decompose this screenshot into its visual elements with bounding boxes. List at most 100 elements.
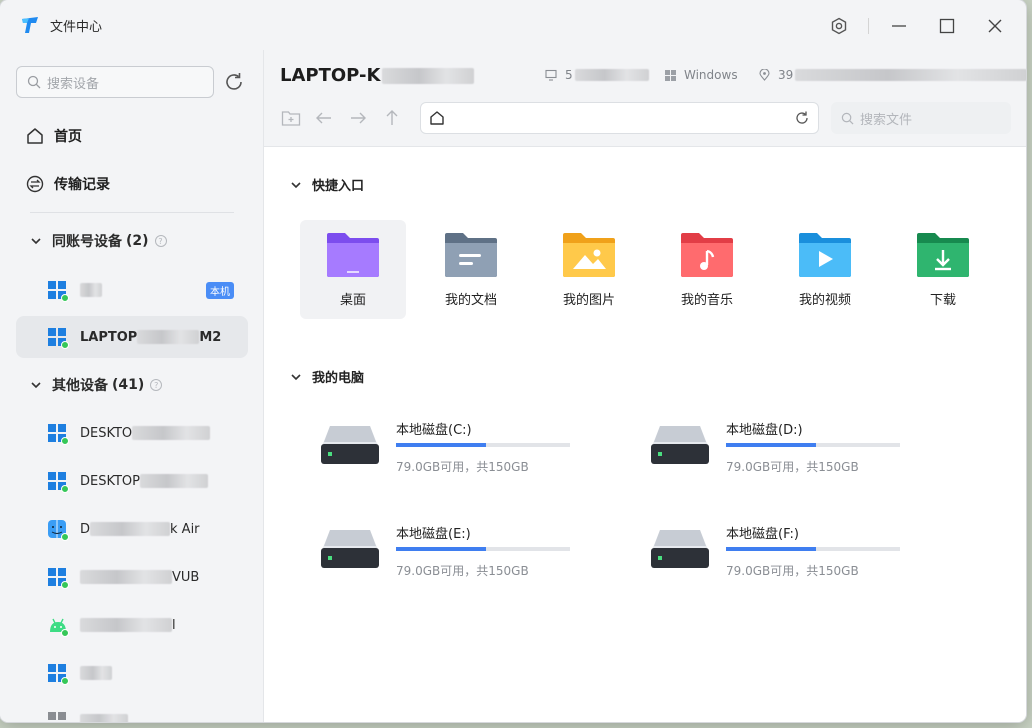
- windows-icon: [48, 568, 69, 589]
- disk-usage-fill: [396, 443, 487, 447]
- disk-c-label: 本地磁盘(C:): [396, 423, 472, 438]
- device-item[interactable]: 本机: [16, 269, 248, 311]
- disk-usage-fill: [726, 547, 817, 551]
- device-item[interactable]: Dk Air: [16, 508, 248, 550]
- this-device-badge: 本机: [206, 282, 234, 299]
- device-name: l: [80, 618, 176, 633]
- monitor-icon: [545, 69, 557, 81]
- close-button[interactable]: [980, 12, 1010, 40]
- quick-music[interactable]: 我的音乐: [654, 220, 760, 319]
- maximize-icon: [939, 18, 955, 34]
- device-item[interactable]: DESKTOP: [16, 460, 248, 502]
- online-status-dot: [61, 437, 69, 445]
- sidebar: 搜索设备 首页 传输记录 同账号设备 (2) ? 本机 LAPTOP M2 其他…: [0, 50, 263, 722]
- windows-icon: [48, 712, 66, 722]
- quick-videos[interactable]: 我的视频: [772, 220, 878, 319]
- location-pin-icon: [759, 69, 770, 81]
- device-name: DESKTO: [80, 426, 211, 441]
- disk-usage-bar: [396, 443, 570, 447]
- main-header: LAPTOP-K 5 Windows 39 搜索文件: [264, 50, 1026, 147]
- group-same-account[interactable]: 同账号设备 (2) ?: [30, 229, 167, 253]
- hard-drive-icon: [651, 426, 709, 464]
- disk-c[interactable]: 本地磁盘(C:) 79.0GB可用，共150GB: [320, 419, 580, 479]
- home-icon[interactable]: [429, 110, 445, 126]
- windows-icon: [48, 664, 69, 685]
- device-location: 39: [759, 68, 1026, 82]
- device-item[interactable]: [16, 652, 248, 694]
- device-item[interactable]: l: [16, 604, 248, 646]
- disk-e[interactable]: 本地磁盘(E:) 79.0GB可用，共150GB: [320, 523, 580, 583]
- minimize-icon: [892, 25, 906, 27]
- group-same-account-label: 同账号设备: [52, 234, 122, 250]
- pictures-folder-icon: [563, 233, 615, 277]
- device-title: LAPTOP-K: [280, 65, 475, 86]
- disk-usage-bar: [726, 547, 900, 551]
- refresh-icon[interactable]: [794, 110, 810, 126]
- quick-access-header[interactable]: 快捷入口: [290, 175, 364, 194]
- disk-d-label: 本地磁盘(D:): [726, 423, 803, 438]
- nav-home[interactable]: 首页: [16, 116, 248, 156]
- windows-icon: [48, 424, 69, 445]
- disk-f[interactable]: 本地磁盘(F:) 79.0GB可用，共150GB: [650, 523, 910, 583]
- disk-usage-bar: [396, 547, 570, 551]
- group-other-devices[interactable]: 其他设备 (41) ?: [30, 373, 163, 397]
- close-icon: [988, 19, 1002, 33]
- new-folder-button[interactable]: [280, 107, 302, 129]
- device-name: VUB: [80, 570, 199, 585]
- nav-transfer-records[interactable]: 传输记录: [16, 164, 248, 204]
- online-status-dot: [61, 294, 69, 302]
- chevron-down-icon: [291, 373, 301, 380]
- refresh-devices-button[interactable]: [222, 70, 246, 94]
- maximize-button[interactable]: [932, 12, 962, 40]
- forward-button[interactable]: [347, 107, 369, 129]
- quick-pictures[interactable]: 我的图片: [536, 220, 642, 319]
- online-status-dot: [61, 485, 69, 493]
- group-other-devices-label: 其他设备: [52, 378, 108, 394]
- app-title: 文件中心: [50, 20, 103, 35]
- path-bar[interactable]: [420, 102, 819, 134]
- hard-drive-icon: [321, 530, 379, 568]
- up-button[interactable]: [381, 107, 403, 129]
- sidebar-divider: [30, 212, 234, 213]
- hard-drive-icon: [321, 426, 379, 464]
- quick-desktop[interactable]: 桌面: [300, 220, 406, 319]
- videos-folder-icon: [799, 233, 851, 277]
- quick-downloads[interactable]: 下载: [890, 220, 996, 319]
- hard-drive-icon: [651, 530, 709, 568]
- settings-button[interactable]: [824, 12, 854, 40]
- device-item[interactable]: VUB: [16, 556, 248, 598]
- online-status-dot: [61, 533, 69, 541]
- music-folder-icon: [681, 233, 733, 277]
- my-computer-header[interactable]: 我的电脑: [290, 367, 364, 386]
- transfer-icon: [26, 175, 44, 193]
- device-item[interactable]: DESKTO: [16, 412, 248, 454]
- device-item-active[interactable]: LAPTOP M2: [16, 316, 248, 358]
- help-icon[interactable]: ?: [154, 235, 167, 247]
- title-bar: 文件中心: [0, 0, 1026, 50]
- device-item[interactable]: [16, 700, 248, 722]
- home-icon: [27, 128, 43, 144]
- nav-home-label: 首页: [54, 129, 82, 145]
- disk-d[interactable]: 本地磁盘(D:) 79.0GB可用，共150GB: [650, 419, 910, 479]
- device-name: [80, 714, 128, 722]
- back-button[interactable]: [313, 107, 335, 129]
- arrow-up-icon: [386, 110, 398, 125]
- disk-usage-bar: [726, 443, 900, 447]
- device-name: DESKTOP: [80, 474, 209, 489]
- help-icon[interactable]: ?: [150, 379, 163, 391]
- device-name: [80, 666, 112, 681]
- refresh-icon: [226, 73, 242, 90]
- chevron-down-icon: [291, 181, 301, 188]
- group-other-devices-count: (41): [112, 377, 145, 393]
- file-search-input[interactable]: 搜索文件: [831, 102, 1011, 134]
- minimize-button[interactable]: [884, 12, 914, 40]
- device-name: LAPTOP M2: [80, 329, 222, 345]
- device-search-input[interactable]: 搜索设备: [16, 66, 214, 98]
- quick-documents[interactable]: 我的文档: [418, 220, 524, 319]
- online-status-dot: [61, 581, 69, 589]
- nav-transfer-label: 传输记录: [54, 177, 110, 193]
- chevron-down-icon: [31, 382, 41, 389]
- main-panel: LAPTOP-K 5 Windows 39 搜索文件 快捷入口 桌面 我的文档 …: [263, 50, 1026, 722]
- disk-d-info: 79.0GB可用，共150GB: [726, 460, 859, 474]
- online-status-dot: [61, 629, 69, 637]
